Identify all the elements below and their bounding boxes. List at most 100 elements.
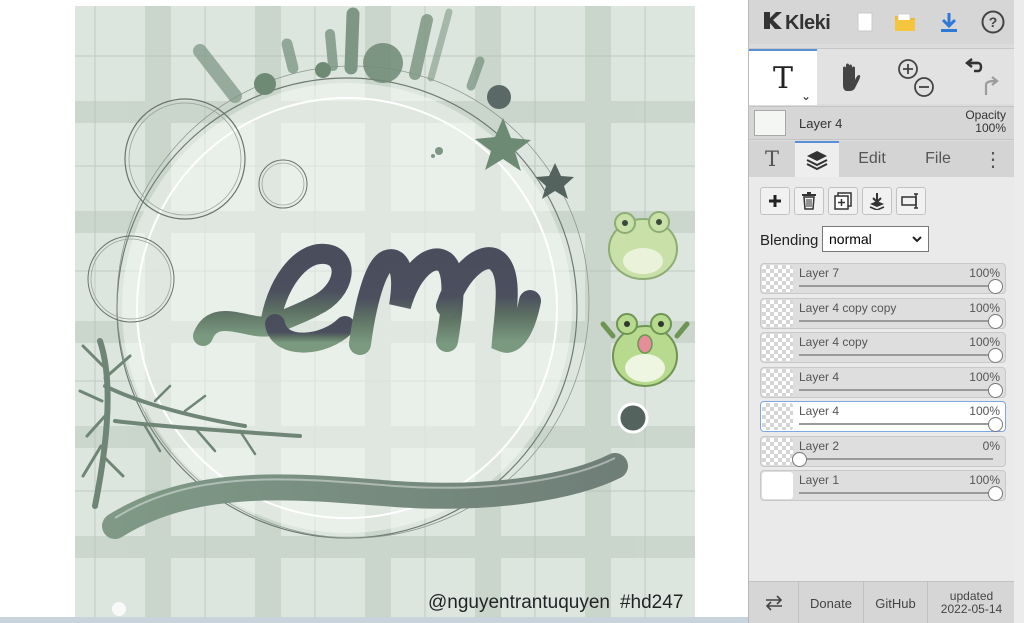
blending-label: Blending [760, 232, 819, 249]
layer-opacity-knob[interactable] [987, 486, 1003, 501]
save-icon [895, 13, 915, 31]
hand-tool[interactable] [817, 49, 883, 105]
more-menu-button[interactable]: ⋮ [971, 141, 1015, 177]
layer-opacity: 100% [969, 300, 1000, 315]
layer-opacity: 100% [969, 335, 1000, 349]
layer-opacity-slider[interactable] [799, 285, 993, 287]
kleki-logo[interactable]: Kleki [761, 9, 831, 37]
swap-sides-button[interactable] [749, 582, 799, 623]
layer-name: Layer 2 [799, 438, 840, 453]
updated-date: 2022-05-14 [940, 602, 1003, 616]
layer-name: Layer 7 [799, 266, 840, 280]
layer-item[interactable]: Layer 4 copy 100% [760, 332, 1006, 363]
top-bar: Kleki ? [749, 0, 1015, 44]
layer-opacity: 100% [969, 266, 1000, 280]
bottom-scroll-strip [0, 617, 748, 623]
artwork-canvas[interactable] [75, 6, 695, 617]
layer-opacity-slider[interactable] [799, 492, 993, 494]
layer-opacity-slider[interactable] [799, 423, 993, 425]
layer-opacity-knob[interactable] [987, 382, 1003, 398]
layer-opacity-slider[interactable] [799, 388, 993, 391]
layer-thumbnail [762, 368, 793, 396]
delete-layer-icon [802, 192, 816, 210]
layers-icon [806, 151, 828, 171]
layer-item[interactable]: Layer 4 100% [760, 366, 1006, 398]
zoom-in-icon [898, 59, 918, 79]
layer-opacity: 100% [969, 404, 1000, 418]
rename-layer-button[interactable] [896, 187, 926, 215]
artwork-image [75, 6, 695, 617]
layer-thumbnail [762, 265, 793, 292]
layer-opacity-slider[interactable] [799, 457, 993, 460]
layer-opacity-knob[interactable] [987, 313, 1003, 329]
panel-footer: Donate GitHub updated 2022-05-14 [749, 581, 1015, 623]
download-button[interactable] [933, 6, 965, 38]
tab-layers[interactable] [795, 141, 839, 177]
redo-icon [984, 76, 999, 95]
help-icon: ? [981, 10, 1005, 34]
layer-thumbnail [762, 403, 793, 430]
kleki-logo-icon [761, 9, 783, 37]
credit-handle: @nguyentrantuquyen [428, 592, 610, 613]
download-icon [941, 13, 957, 32]
tab-edit[interactable]: Edit [839, 141, 905, 177]
opacity-value: 100% [975, 121, 1006, 135]
side-panel: Kleki ? T ⌄ Layer 4 Opacity 100% T Edit … [748, 0, 1015, 623]
layer-opacity-knob[interactable] [987, 279, 1003, 294]
merge-down-button[interactable] [862, 187, 892, 215]
text-tool-icon: T [772, 60, 793, 96]
tool-row: T ⌄ [749, 48, 1015, 105]
svg-text:?: ? [989, 14, 998, 30]
github-link[interactable]: GitHub [864, 582, 928, 623]
layer-item[interactable]: Layer 7 100% [760, 263, 1006, 294]
duplicate-layer-button[interactable] [828, 187, 858, 215]
add-layer-button[interactable] [760, 187, 790, 215]
layer-item[interactable]: Layer 4 100% [760, 401, 1006, 432]
layer-opacity-slider[interactable] [799, 319, 993, 322]
layer-item[interactable]: Layer 2 0% [760, 435, 1006, 467]
chevron-down-icon[interactable]: ⌄ [801, 89, 811, 103]
undo-redo-tool[interactable] [949, 49, 1015, 105]
current-layer-thumbnail [754, 110, 786, 136]
credit-text: @nguyentrantuquyen #hd247 [428, 592, 693, 614]
add-layer-icon [769, 195, 781, 207]
zoom-out-icon [914, 77, 934, 97]
layer-opacity: 100% [969, 369, 1000, 384]
undo-icon [964, 58, 983, 73]
donate-link[interactable]: Donate [799, 582, 864, 623]
layer-thumbnail [762, 472, 793, 499]
delete-layer-button[interactable] [794, 187, 824, 215]
help-button[interactable]: ? [977, 6, 1009, 38]
panel-tabs: T Edit File ⋮ [749, 141, 1015, 177]
layer-name: Layer 4 copy [799, 335, 868, 349]
layer-opacity-knob[interactable] [791, 451, 807, 467]
text-tool[interactable]: T ⌄ [749, 49, 817, 105]
layer-opacity-slider[interactable] [799, 354, 993, 356]
tab-file[interactable]: File [905, 141, 971, 177]
layer-name: Layer 4 [799, 369, 840, 384]
current-layer-opacity: Opacity 100% [965, 109, 1006, 135]
window-edge [1014, 0, 1024, 623]
zoom-tool[interactable] [883, 49, 949, 105]
tab-text-settings[interactable]: T [749, 141, 795, 177]
canvas-viewport[interactable]: @nguyentrantuquyen #hd247 [0, 0, 748, 623]
chevron-down-icon [912, 236, 922, 243]
layer-opacity-knob[interactable] [987, 348, 1003, 363]
layers-pane: Blending normal Layer 7 100% Layer 4 copy … [749, 177, 1015, 581]
layer-opacity: 0% [982, 438, 1000, 453]
layer-opacity-knob[interactable] [987, 417, 1003, 432]
layer-item[interactable]: Layer 1 100% [760, 470, 1006, 501]
blending-select[interactable]: normal [822, 226, 929, 252]
new-image-icon [857, 12, 873, 32]
layer-name: Layer 4 [799, 404, 840, 418]
merge-down-icon [869, 193, 885, 210]
updated-info[interactable]: updated 2022-05-14 [928, 582, 1015, 623]
app-name: Kleki [785, 11, 831, 34]
layer-name: Layer 4 copy copy [799, 300, 897, 315]
save-button[interactable] [889, 6, 921, 38]
layer-item[interactable]: Layer 4 copy copy 100% [760, 297, 1006, 329]
current-layer-name: Layer 4 [799, 116, 843, 131]
new-image-button[interactable] [849, 6, 881, 38]
layer-opacity: 100% [969, 473, 1000, 487]
layer-thumbnail [762, 437, 793, 465]
